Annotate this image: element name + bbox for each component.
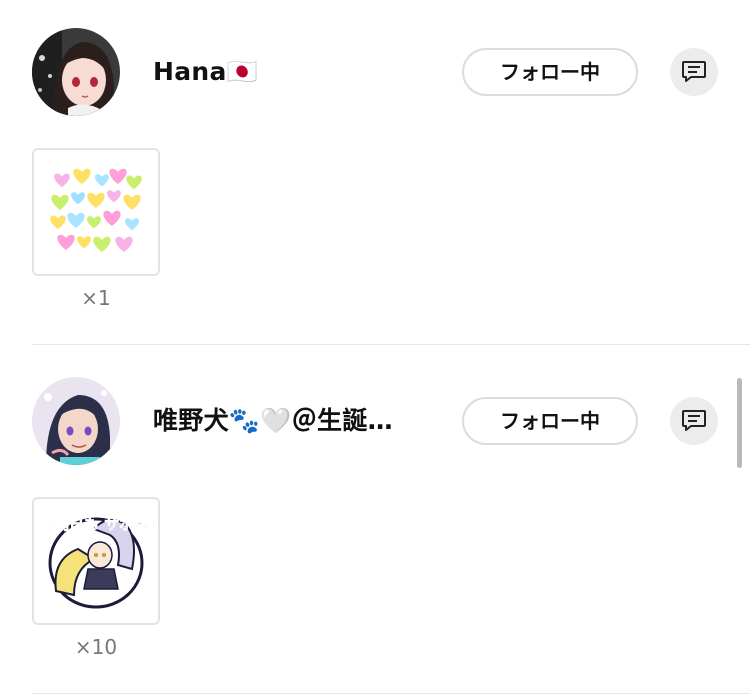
user-name[interactable]: 唯野犬🐾🤍＠生誕… (153, 405, 443, 437)
divider (32, 693, 750, 694)
following-button[interactable]: フォロー中 (462, 48, 638, 96)
hearts-sticker-icon (50, 168, 142, 252)
gift-sticker-thumbnail[interactable] (32, 148, 160, 276)
gift-senders-list: Hana🇯🇵 フォロー中 ×1 唯野犬🐾🤍＠生誕… フォロー中 明日も サボろ〜… (0, 0, 750, 700)
list-item: 唯野犬🐾🤍＠生誕… フォロー中 明日も サボろ〜 ×10 (0, 349, 750, 679)
message-button[interactable] (670, 397, 718, 445)
list-item: Hana🇯🇵 フォロー中 ×1 (0, 0, 750, 330)
gift-count: ×1 (81, 286, 111, 310)
user-avatar[interactable] (32, 28, 120, 116)
chat-bubble-icon (682, 61, 706, 82)
anime-sticker-icon: 明日も サボろ〜 (48, 515, 158, 609)
following-button[interactable]: フォロー中 (462, 397, 638, 445)
gift-sticker-thumbnail[interactable]: 明日も サボろ〜 (32, 497, 160, 625)
message-button[interactable] (670, 48, 718, 96)
user-avatar[interactable] (32, 377, 120, 465)
divider (32, 344, 750, 345)
chat-bubble-icon (682, 410, 706, 431)
user-name[interactable]: Hana🇯🇵 (153, 56, 443, 88)
gift-count: ×10 (74, 635, 118, 659)
scrollbar-thumb[interactable] (737, 378, 742, 468)
sticker-text-top: 明日も サボろ〜 (54, 515, 158, 533)
